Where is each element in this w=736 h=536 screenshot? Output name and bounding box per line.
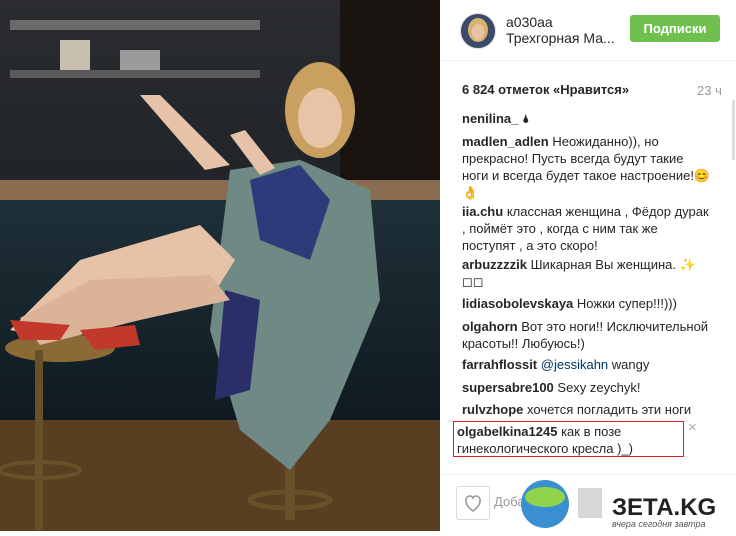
comment-username[interactable]: farrahflossit [462,357,537,372]
comment-text: Ножки супер!!!))) [576,296,677,311]
highlight-box [453,421,684,457]
comment-text: 🌢 [521,111,530,126]
comment-username[interactable]: arbuzzzzik [462,257,527,272]
comment-username[interactable]: lidiasobolevskaya [462,296,573,311]
comment: iia.chu классная женщина , Фёдор дурак ,… [462,203,712,254]
heart-icon [465,495,481,512]
follow-button[interactable]: Подписки [630,15,720,42]
post-panel: a030aa Трехгорная Ма... Подписки 6 824 о… [440,0,736,531]
comment: madlen_adlen Неожиданно)), но прекрасно!… [462,133,712,201]
scrollbar[interactable] [732,100,735,160]
avatar[interactable] [460,13,496,49]
divider [440,474,736,475]
watermark-text: ЗЕТА.KG [612,494,716,521]
comment-mention[interactable]: @jessikahn [541,357,608,372]
comment: arbuzzzzik Шикарная Вы женщина. ✨ ◻◻ [462,256,712,290]
post-header: a030aa Трехгорная Ма... Подписки [440,0,736,61]
watermark-logo: ЗЕТА.KG вчера сегодня завтра [520,477,736,531]
comment-username[interactable]: nenilina_ [462,111,518,126]
comment: farrahflossit @jessikahn wangy [462,356,712,373]
likes-count[interactable]: 6 824 отметок «Нравится» [462,82,629,97]
post-photo [0,0,440,531]
watermark-logo-image: ЗЕТА.KG вчера сегодня завтра [521,480,716,529]
comment-text: Sexy zeychyk! [557,380,641,395]
comment-text: хочется погладить эти ноги [527,402,692,417]
comment-username[interactable]: supersabre100 [462,380,554,395]
watermark-tagline: вчера сегодня завтра [612,519,706,529]
comment-username[interactable]: olgahorn [462,319,518,334]
post-author-username[interactable]: a030aa [506,14,553,30]
comment: olgahorn Вот это ноги!! Исключительной к… [462,318,712,352]
comment: rulvzhope хочется погладить эти ноги [462,401,712,418]
photo-illustration [0,0,440,531]
post-time[interactable]: 23 ч [697,83,722,98]
comment: nenilina_ 🌢 [462,110,712,127]
close-icon[interactable]: × [688,419,697,436]
comment-username[interactable]: iia.chu [462,204,503,219]
comment-username[interactable]: madlen_adlen [462,134,549,149]
comment-text: wangy [611,357,650,372]
avatar-image [461,14,495,48]
post-location[interactable]: Трехгорная Ма... [506,30,616,46]
comment: supersabre100 Sexy zeychyk! [462,379,712,396]
comment-username[interactable]: rulvzhope [462,402,523,417]
like-button[interactable] [456,486,490,520]
comment: lidiasobolevskaya Ножки супер!!!))) [462,295,712,312]
